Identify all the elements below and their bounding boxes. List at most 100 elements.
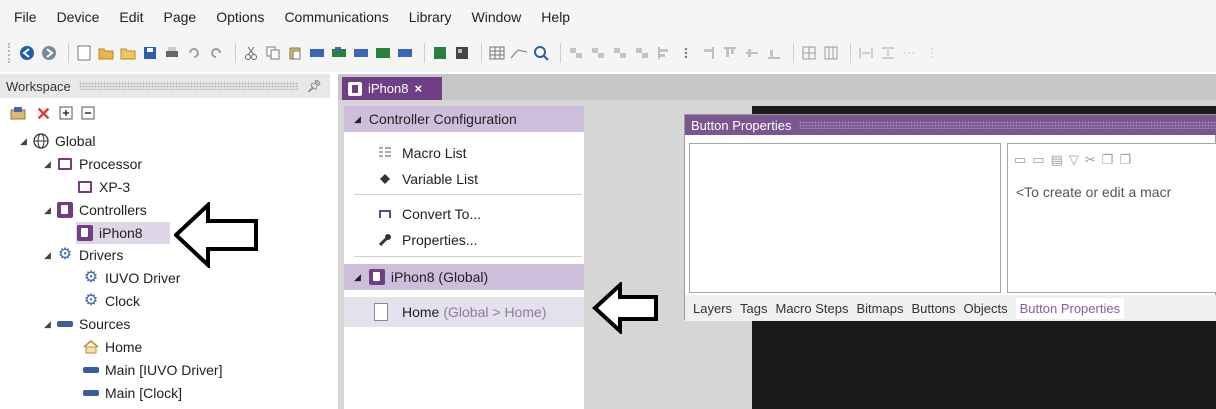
align-middle-icon[interactable] bbox=[743, 44, 761, 62]
menu-edit[interactable]: Edit bbox=[119, 9, 143, 25]
layout-icon[interactable] bbox=[822, 44, 840, 62]
collapse-arrow-icon[interactable]: ◢ bbox=[354, 272, 361, 283]
close-tab-icon[interactable]: × bbox=[414, 81, 422, 96]
spacing-icon[interactable] bbox=[879, 44, 897, 62]
back-icon[interactable] bbox=[18, 44, 36, 62]
tab-iphon8[interactable]: iPhon8 × bbox=[342, 77, 442, 100]
tab-bitmaps[interactable]: Bitmaps bbox=[856, 301, 903, 316]
cut-icon[interactable] bbox=[242, 44, 260, 62]
menu-file[interactable]: File bbox=[14, 9, 37, 25]
redo-icon[interactable] bbox=[207, 44, 225, 62]
pen-icon[interactable] bbox=[510, 44, 528, 62]
collapse-arrow-icon[interactable]: ◢ bbox=[354, 114, 361, 125]
copy-icon[interactable]: ❐ bbox=[1102, 152, 1114, 168]
macro-editor-area[interactable]: ▭ ▭ ▤ ▽ ✂ ❐ ❐ <To create or edit a macr bbox=[1007, 143, 1216, 293]
print-icon[interactable] bbox=[163, 44, 181, 62]
tree-node-clock[interactable]: ⚙ Clock bbox=[82, 290, 140, 312]
tab-button-properties[interactable]: Button Properties bbox=[1015, 297, 1125, 319]
cut-icon[interactable]: ✂ bbox=[1085, 152, 1096, 168]
toolbar-tool-icon[interactable] bbox=[374, 44, 392, 62]
open-project-icon[interactable] bbox=[119, 44, 137, 62]
expand-all-icon[interactable] bbox=[59, 106, 73, 123]
delete-icon[interactable]: ✕ bbox=[36, 104, 51, 125]
menu-device[interactable]: Device bbox=[57, 9, 100, 25]
align-icon[interactable] bbox=[567, 44, 585, 62]
forward-icon[interactable] bbox=[40, 44, 58, 62]
menu-communications[interactable]: Communications bbox=[284, 9, 388, 25]
tree-node-main-iuvo[interactable]: Main [IUVO Driver] bbox=[82, 359, 222, 381]
pin-icon[interactable]: 📌︎ bbox=[307, 79, 322, 93]
paste-icon[interactable] bbox=[286, 44, 304, 62]
align-right-icon[interactable] bbox=[699, 44, 717, 62]
tab-objects[interactable]: Objects bbox=[964, 301, 1008, 316]
macro-tool-icon[interactable]: ▭ bbox=[1032, 152, 1044, 168]
macro-tool-icon[interactable]: ▤ bbox=[1051, 152, 1063, 168]
menu-help[interactable]: Help bbox=[541, 9, 570, 25]
toolbar-tool-icon[interactable] bbox=[352, 44, 370, 62]
button-properties-titlebar[interactable]: Button Properties bbox=[685, 115, 1216, 135]
filter-icon[interactable]: ▽ bbox=[1069, 152, 1079, 168]
button-list-area[interactable] bbox=[689, 143, 1001, 293]
spacing-icon[interactable] bbox=[857, 44, 875, 62]
toolbar-grip[interactable] bbox=[8, 43, 12, 63]
menu-item-variable-list[interactable]: Variable List bbox=[344, 166, 584, 192]
tab-layers[interactable]: Layers bbox=[693, 301, 732, 316]
toolbar-tool-icon[interactable] bbox=[453, 44, 471, 62]
tree-node-drivers[interactable]: ◢ ⚙ Drivers bbox=[44, 244, 123, 266]
toolbar-tool-icon[interactable] bbox=[330, 44, 348, 62]
new-file-icon[interactable] bbox=[75, 44, 93, 62]
macro-tool-icon[interactable]: ▭ bbox=[1014, 152, 1026, 168]
tree-node-iphon8[interactable]: iPhon8 bbox=[76, 222, 170, 244]
align-icon[interactable] bbox=[589, 44, 607, 62]
more-icon[interactable] bbox=[677, 44, 695, 62]
menu-library[interactable]: Library bbox=[409, 9, 452, 25]
copy-icon[interactable] bbox=[264, 44, 282, 62]
expand-arrow-icon[interactable]: ◢ bbox=[44, 205, 56, 216]
align-icon[interactable] bbox=[611, 44, 629, 62]
expand-arrow-icon[interactable]: ◢ bbox=[44, 319, 56, 330]
menu-item-macro-list[interactable]: Macro List bbox=[344, 140, 584, 166]
workspace-header-grip[interactable] bbox=[78, 82, 299, 90]
tab-macro-steps[interactable]: Macro Steps bbox=[776, 301, 849, 316]
menu-item-properties[interactable]: Properties... bbox=[344, 227, 584, 253]
menu-options[interactable]: Options bbox=[216, 9, 264, 25]
align-left-icon[interactable] bbox=[655, 44, 673, 62]
tree-node-home[interactable]: Home bbox=[82, 336, 142, 358]
page-item-home[interactable]: Home (Global > Home) bbox=[344, 297, 584, 327]
tree-node-main-clock[interactable]: Main [Clock] bbox=[82, 382, 182, 404]
paste-icon[interactable]: ❐ bbox=[1119, 152, 1131, 168]
tree-node-controllers[interactable]: ◢ Controllers bbox=[44, 199, 147, 221]
open-folder-icon[interactable] bbox=[97, 44, 115, 62]
tree-node-processor[interactable]: ◢ Processor bbox=[44, 153, 142, 175]
layout-icon[interactable] bbox=[800, 44, 818, 62]
expand-arrow-icon[interactable]: ◢ bbox=[20, 136, 32, 147]
tree-node-sources[interactable]: ◢ Sources bbox=[44, 313, 130, 335]
section-iphon8-global[interactable]: ◢ iPhon8 (Global) bbox=[344, 264, 584, 290]
tab-buttons[interactable]: Buttons bbox=[911, 301, 955, 316]
toolbar-tool-icon[interactable] bbox=[396, 44, 414, 62]
save-icon[interactable] bbox=[141, 44, 159, 62]
grid-icon[interactable] bbox=[488, 44, 506, 62]
undo-icon[interactable] bbox=[185, 44, 203, 62]
menu-window[interactable]: Window bbox=[472, 9, 522, 25]
tree-node-xp3[interactable]: XP-3 bbox=[76, 176, 130, 198]
tree-node-iuvo-driver[interactable]: ⚙ IUVO Driver bbox=[82, 267, 181, 289]
tab-tags[interactable]: Tags bbox=[740, 301, 767, 316]
collapse-all-icon[interactable] bbox=[81, 106, 95, 123]
zoom-icon[interactable] bbox=[532, 44, 550, 62]
menu-page[interactable]: Page bbox=[163, 9, 196, 25]
toolbar-tool-icon[interactable] bbox=[431, 44, 449, 62]
menu-item-convert-to[interactable]: Convert To... bbox=[344, 201, 584, 227]
tree-node-global[interactable]: ◢ Global bbox=[20, 130, 95, 152]
add-device-icon[interactable] bbox=[10, 106, 28, 123]
spacing-icon[interactable] bbox=[923, 44, 941, 62]
spacing-icon[interactable] bbox=[901, 44, 919, 62]
align-top-icon[interactable] bbox=[721, 44, 739, 62]
section-controller-configuration[interactable]: ◢ Controller Configuration bbox=[344, 106, 584, 132]
align-bottom-icon[interactable] bbox=[765, 44, 783, 62]
tree-label: Global bbox=[55, 133, 96, 149]
expand-arrow-icon[interactable]: ◢ bbox=[44, 159, 56, 170]
expand-arrow-icon[interactable]: ◢ bbox=[44, 250, 56, 261]
toolbar-tool-icon[interactable] bbox=[308, 44, 326, 62]
align-icon[interactable] bbox=[633, 44, 651, 62]
